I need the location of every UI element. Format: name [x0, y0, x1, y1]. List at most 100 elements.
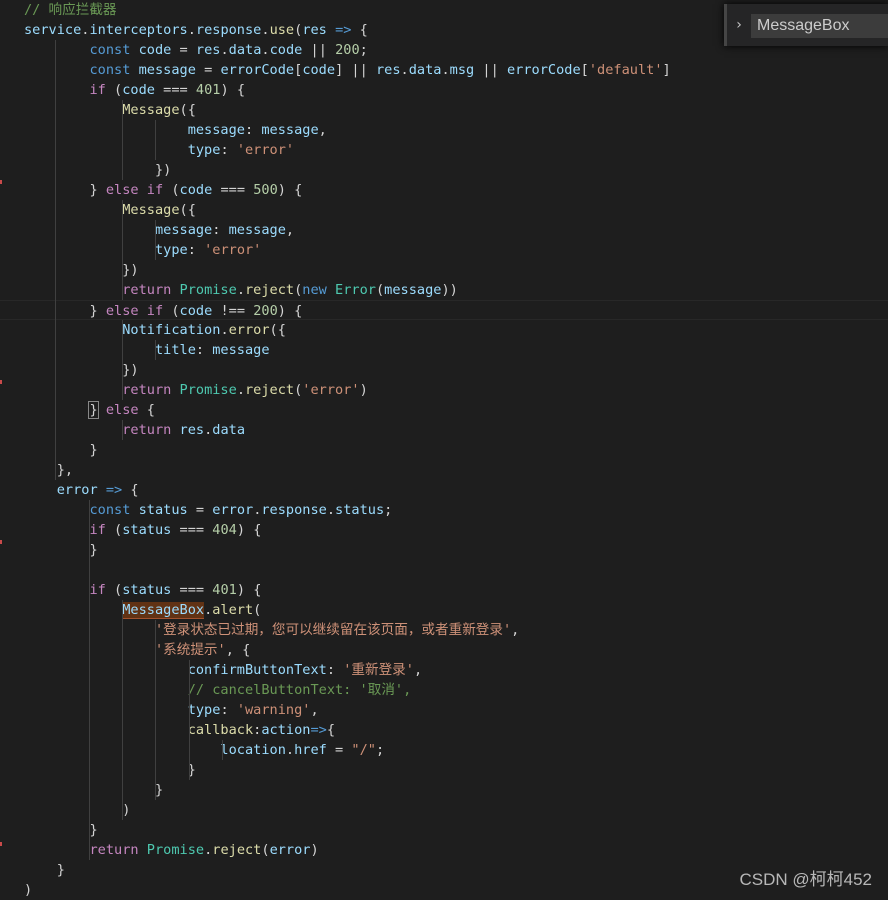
code-token: errorCode — [220, 62, 295, 78]
code-token: return — [122, 382, 172, 398]
code-token: { — [326, 722, 336, 738]
code-line[interactable]: } — [0, 440, 888, 460]
code-line[interactable]: } else if (code === 500) { — [0, 180, 888, 200]
code-token: === — [212, 182, 254, 198]
code-token: message — [384, 282, 442, 298]
chevron-right-icon[interactable]: › — [731, 15, 747, 35]
code-line[interactable]: '系统提示', { — [0, 640, 888, 660]
code-line[interactable]: } else { — [0, 400, 888, 420]
csdn-watermark: CSDN @柯柯452 — [739, 870, 872, 889]
code-token: === — [171, 522, 213, 538]
code-token: error — [228, 322, 270, 338]
code-token: . — [261, 22, 270, 38]
code-line[interactable]: }) — [0, 160, 888, 180]
code-token: ( — [253, 602, 262, 618]
code-line[interactable]: if (status === 401) { — [0, 580, 888, 600]
code-line[interactable]: const message = errorCode[code] || res.d… — [0, 60, 888, 80]
code-token: if — [89, 582, 106, 598]
find-input[interactable] — [751, 14, 888, 38]
code-line[interactable] — [0, 560, 888, 580]
code-token: response — [195, 22, 262, 38]
gutter-change-marker — [0, 540, 2, 544]
code-token: return — [89, 842, 139, 858]
code-token: message — [138, 62, 196, 78]
code-line[interactable]: } else if (code !== 200) { — [0, 300, 888, 320]
code-line[interactable]: } — [0, 820, 888, 840]
code-line[interactable]: if (status === 404) { — [0, 520, 888, 540]
code-token: [ — [580, 62, 589, 78]
code-token: = — [195, 62, 221, 78]
code-line[interactable]: Message({ — [0, 200, 888, 220]
code-token: , — [511, 622, 520, 638]
indent-guide — [189, 660, 190, 780]
code-token: interceptors — [89, 22, 188, 38]
code-line[interactable]: callback:action=>{ — [0, 720, 888, 740]
code-token: '重新登录' — [343, 662, 414, 678]
indent-guide — [155, 220, 156, 260]
code-token: : — [220, 142, 237, 158]
code-token: status — [122, 582, 172, 598]
code-token: ( — [105, 522, 123, 538]
code-line[interactable]: } — [0, 780, 888, 800]
code-token: error — [269, 842, 311, 858]
code-token: , — [310, 702, 319, 718]
code-line[interactable]: }) — [0, 260, 888, 280]
code-line[interactable]: Message({ — [0, 100, 888, 120]
code-line[interactable]: }, — [0, 460, 888, 480]
code-line[interactable]: // cancelButtonText: '取消', — [0, 680, 888, 700]
code-token: res — [375, 62, 401, 78]
code-token: confirmButtonText — [187, 662, 327, 678]
code-token: 401 — [195, 82, 221, 98]
code-token: service — [24, 22, 82, 38]
code-line[interactable]: confirmButtonText: '重新登录', — [0, 660, 888, 680]
find-widget: › — [724, 4, 888, 46]
code-line[interactable]: return Promise.reject(error) — [0, 840, 888, 860]
indent-guide — [222, 740, 223, 760]
code-line[interactable]: } — [0, 540, 888, 560]
code-token: ) — [277, 303, 295, 319]
code-line[interactable]: type: 'error' — [0, 240, 888, 260]
indent-guide — [122, 200, 123, 300]
code-token: )) — [441, 282, 458, 298]
code-token: message — [228, 222, 286, 238]
code-line[interactable]: title: message — [0, 340, 888, 360]
code-line[interactable]: return res.data — [0, 420, 888, 440]
code-line[interactable]: if (code === 401) { — [0, 80, 888, 100]
code-token: message — [154, 222, 213, 238]
code-line[interactable]: type: 'warning', — [0, 700, 888, 720]
code-token: 'warning' — [236, 702, 311, 718]
code-token: . — [187, 22, 196, 38]
code-editor[interactable]: // 响应拦截器 service.interceptors.response.us… — [0, 0, 888, 898]
code-line[interactable]: const status = error.response.status; — [0, 500, 888, 520]
code-line[interactable]: '登录状态已过期，您可以继续留在该页面，或者重新登录', — [0, 620, 888, 640]
code-line[interactable]: Notification.error({ — [0, 320, 888, 340]
code-token: ( — [105, 582, 123, 598]
code-line[interactable]: message: message, — [0, 120, 888, 140]
code-line[interactable]: location.href = "/"; — [0, 740, 888, 760]
code-line[interactable]: MessageBox.alert( — [0, 600, 888, 620]
code-line[interactable]: ) — [0, 800, 888, 820]
code-token: => — [105, 482, 123, 498]
code-line[interactable]: return Promise.reject('error') — [0, 380, 888, 400]
code-line[interactable]: error => { — [0, 480, 888, 500]
code-token: if — [146, 303, 164, 319]
code-token: 'error' — [204, 242, 262, 258]
code-token: reject — [245, 382, 295, 398]
code-line[interactable]: type: 'error' — [0, 140, 888, 160]
code-token: "/" — [351, 742, 376, 758]
code-line[interactable]: return Promise.reject(new Error(message)… — [0, 280, 888, 300]
code-line[interactable]: message: message, — [0, 220, 888, 240]
code-line[interactable]: }) — [0, 360, 888, 380]
code-token: type — [187, 142, 221, 158]
code-line[interactable]: } — [0, 760, 888, 780]
indent-guide — [55, 40, 56, 480]
